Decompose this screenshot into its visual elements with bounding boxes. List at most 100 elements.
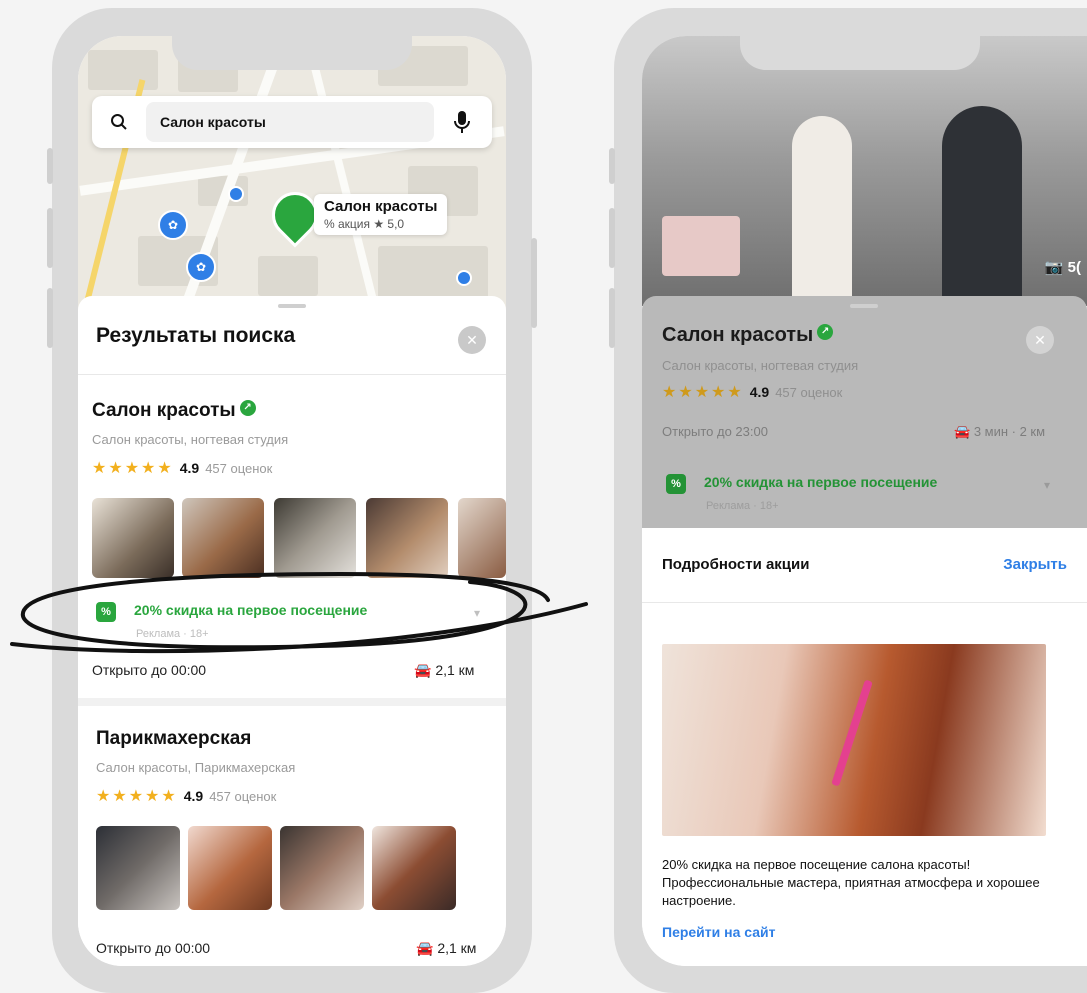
stars-icon: ★★★★★ (662, 384, 744, 401)
close-icon[interactable]: ✕ (458, 326, 486, 354)
close-icon[interactable]: ✕ (1026, 326, 1054, 354)
org-card-dimmed: Салон красоты ↗ ✕ Салон красоты, ногтевая… (642, 296, 1087, 528)
map-point[interactable] (456, 270, 472, 286)
salon-photo[interactable] (182, 498, 264, 578)
mute-switch (47, 148, 53, 184)
search-input[interactable]: Салон красоты (146, 102, 434, 142)
car-icon: 🚘 (414, 662, 432, 678)
salon-photo[interactable] (458, 498, 506, 578)
salon-marker-icon[interactable]: ✿ (186, 252, 216, 282)
volume-up-button (47, 208, 53, 268)
promo-description: 20% скидка на первое посещение салона кр… (662, 857, 1040, 908)
phone-frame-right: 📷 5( Салон красоты ↗ ✕ Салон красоты, ног… (609, 8, 1087, 993)
reviews-count: 457 оценок (209, 788, 277, 804)
sheet-handle[interactable] (850, 304, 878, 308)
verified-badge-icon: ↗ (817, 324, 834, 340)
promo-details-panel: Подробности акции Закрыть 20% скидка на … (642, 528, 1087, 966)
salon-photo[interactable] (280, 826, 364, 910)
close-button[interactable]: Закрыть (1003, 556, 1067, 573)
rating-row: ★★★★★ 4.9 457 оценок (662, 382, 842, 402)
photo-counter[interactable]: 📷 5( (1045, 258, 1081, 276)
divider (642, 602, 1087, 603)
sheet-title: Результаты поиска (96, 324, 296, 347)
promo-text: 20% скидка на первое посещение (134, 602, 368, 618)
salon-photo[interactable] (92, 498, 174, 578)
notch (172, 36, 412, 70)
drive-time-value: 3 мин · 2 км (973, 424, 1046, 439)
org-category: Салон красоты, ногтевая студия (662, 358, 859, 373)
salon-marker-icon[interactable]: ✿ (158, 210, 188, 240)
map-pin-card[interactable]: Салон красоты % акция ★ 5,0 (314, 194, 448, 235)
app-screen-left: ✿ ✿ Салон красоты % акция ★ 5,0 Салон кр… (78, 36, 506, 966)
divider (78, 374, 506, 375)
distance-value: 2,1 км (437, 940, 477, 956)
photo-count-value: 5( (1067, 259, 1081, 276)
microphone-icon[interactable] (454, 110, 470, 134)
rating-value: 4.9 (183, 788, 204, 804)
search-results-sheet: Результаты поиска ✕ Салон красоты ↗ Салон… (78, 296, 506, 966)
sheet-handle[interactable] (278, 304, 306, 308)
details-title: Подробности акции (662, 556, 810, 573)
photo-figure (792, 116, 852, 306)
rating-value: 4.9 (179, 460, 200, 476)
verified-badge-icon: ↗ (239, 400, 256, 416)
discount-icon: % (96, 602, 116, 622)
promo-disclaimer: Реклама · 18+ (136, 628, 209, 640)
power-button (531, 238, 537, 328)
rating-value: 4.9 (749, 384, 770, 400)
rating-row: ★★★★★ 4.9 457 оценок (92, 458, 272, 478)
open-hours: Открыто до 00:00 (92, 662, 207, 678)
stars-icon: ★★★★★ (92, 460, 174, 477)
volume-up-button (609, 208, 615, 268)
salon-photo[interactable] (96, 826, 180, 910)
stars-icon: ★★★★★ (96, 788, 178, 805)
volume-down-button (609, 288, 615, 348)
promo-image (662, 644, 1046, 836)
promo-disclaimer: Реклама · 18+ (706, 500, 779, 512)
discount-icon: % (666, 474, 686, 494)
distance-value: 2,1 км (435, 662, 475, 678)
distance: 🚘 2,1 км (414, 662, 474, 679)
salon-photo[interactable] (372, 826, 456, 910)
rating-row: ★★★★★ 4.9 457 оценок (96, 786, 276, 806)
comb-shape (831, 679, 873, 787)
app-screen-right: 📷 5( Салон красоты ↗ ✕ Салон красоты, ног… (642, 36, 1087, 966)
promo-row[interactable]: % 20% скидка на первое посещение (96, 602, 367, 622)
divider (78, 698, 506, 706)
map-view[interactable]: ✿ ✿ Салон красоты % акция ★ 5,0 Салон кр… (78, 36, 506, 316)
reviews-count: 457 оценок (205, 460, 273, 476)
chevron-down-icon[interactable]: ▾ (474, 606, 480, 620)
mute-switch (609, 148, 615, 184)
volume-down-button (47, 288, 53, 348)
org-name: Салон красоты (662, 324, 814, 346)
result-category: Салон красоты, ногтевая студия (92, 432, 289, 447)
phone-frame-left: ✿ ✿ Салон красоты % акция ★ 5,0 Салон кр… (47, 8, 537, 993)
car-icon: 🚘 (954, 424, 971, 439)
map-point[interactable] (228, 186, 244, 202)
search-icon[interactable] (110, 113, 128, 131)
logo-image (662, 216, 740, 276)
drive-time: 🚘 3 мин · 2 км (954, 424, 1045, 440)
notch (740, 36, 980, 70)
salon-photo[interactable] (274, 498, 356, 578)
result-name: Парикмахерская (96, 728, 252, 749)
distance: 🚘 2,1 км (416, 940, 476, 957)
result-name: Салон красоты (92, 400, 236, 421)
car-icon: 🚘 (416, 940, 434, 956)
open-hours: Открыто до 23:00 (662, 424, 768, 439)
chevron-down-icon[interactable]: ▾ (1044, 478, 1050, 492)
reviews-count: 457 оценок (775, 384, 843, 400)
salon-photo[interactable] (366, 498, 448, 578)
open-hours: Открыто до 00:00 (96, 940, 211, 956)
salon-photo[interactable] (188, 826, 272, 910)
map-pin-title: Салон красоты (324, 198, 438, 215)
result-category: Салон красоты, Парикмахерская (96, 760, 296, 775)
go-to-site-link[interactable]: Перейти на сайт (662, 924, 775, 940)
salon-cover-photo[interactable]: 📷 5( (642, 36, 1087, 306)
promo-row[interactable]: % 20% скидка на первое посещение (666, 474, 937, 494)
map-pin-subtitle: % акция ★ 5,0 (324, 217, 405, 231)
search-bar[interactable]: Салон красоты (92, 96, 492, 148)
camera-icon: 📷 (1044, 259, 1064, 276)
photo-figure (942, 106, 1022, 306)
promo-text: 20% скидка на первое посещение (704, 474, 938, 490)
